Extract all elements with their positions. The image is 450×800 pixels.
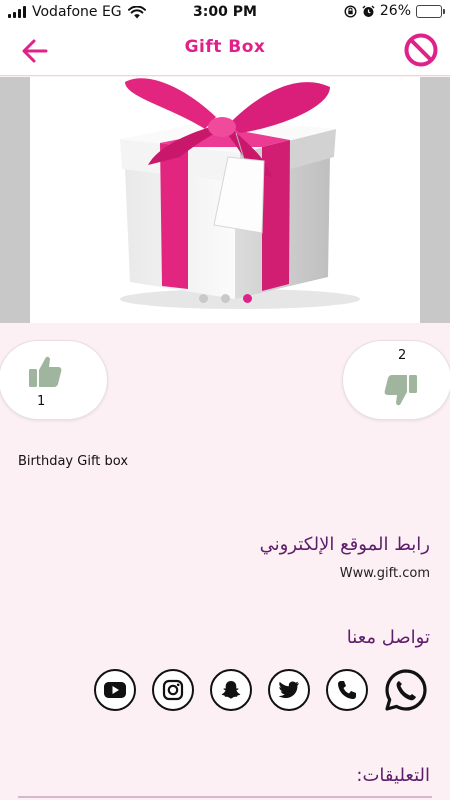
whatsapp-icon[interactable] (384, 668, 428, 712)
carousel-dot[interactable] (242, 294, 252, 303)
battery-percent: 26% (379, 3, 411, 19)
phone-icon[interactable] (326, 669, 368, 711)
dislike-button[interactable]: 2 (342, 340, 450, 420)
instagram-icon[interactable] (152, 669, 194, 711)
social-links (94, 668, 428, 712)
youtube-icon[interactable] (94, 669, 136, 711)
thumbs-down-icon (384, 375, 417, 406)
carousel-dot[interactable] (220, 294, 230, 303)
like-count: 1 (37, 394, 46, 409)
status-right: 26% (344, 3, 445, 19)
gift-box-image (120, 78, 360, 309)
contact-heading: تواصل معنا (346, 627, 430, 648)
comments-heading: التعليقات: (356, 765, 430, 786)
nav-bar: Gift Box (0, 24, 450, 76)
status-bar: Vodafone EG 3:00 PM 26% (0, 0, 450, 24)
like-button[interactable]: 1 (0, 340, 108, 420)
carousel-dot[interactable] (198, 294, 208, 303)
dislike-count: 2 (398, 348, 407, 363)
rotation-lock-icon (344, 4, 357, 18)
block-icon[interactable] (402, 31, 440, 69)
website-heading: رابط الموقع الإلكتروني (259, 534, 430, 555)
carousel-frame (30, 77, 420, 323)
twitter-icon[interactable] (268, 669, 310, 711)
alarm-icon (362, 5, 375, 17)
battery-icon (416, 4, 445, 18)
comments-divider (18, 796, 432, 798)
carousel-indicator (30, 294, 420, 303)
page-title: Gift Box (184, 37, 266, 57)
product-description: Birthday Gift box (18, 454, 129, 469)
website-link[interactable]: Www.gift.com (340, 566, 430, 581)
thumbs-up-icon (29, 356, 62, 387)
snapchat-icon[interactable] (210, 669, 252, 711)
image-carousel[interactable] (0, 77, 450, 323)
